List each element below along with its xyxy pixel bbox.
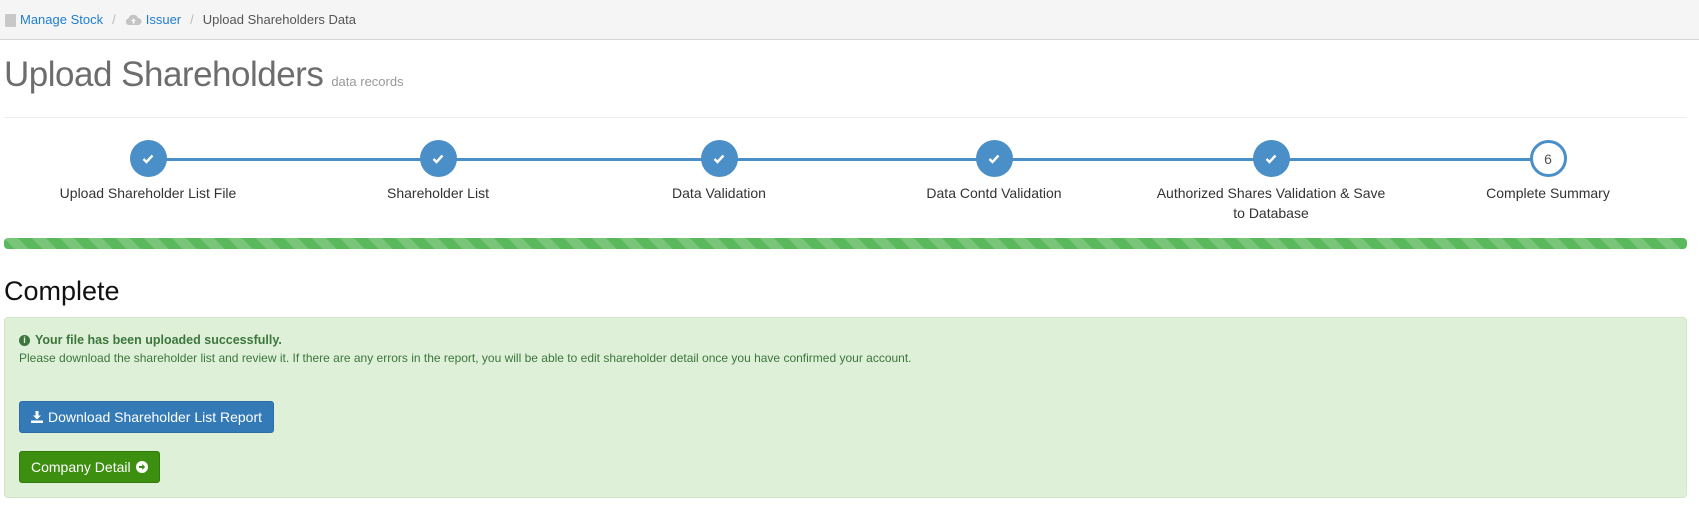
alert-heading-text: Your file has been uploaded successfully… bbox=[35, 333, 282, 347]
document-icon bbox=[5, 14, 16, 27]
breadcrumb: Manage Stock / Issuer / Upload Sharehold… bbox=[0, 0, 1699, 40]
company-detail-label: Company Detail bbox=[31, 459, 131, 475]
step-status-circle[interactable] bbox=[1252, 140, 1290, 177]
step-label: Upload Shareholder List File bbox=[59, 185, 237, 201]
arrow-circle-right-icon bbox=[135, 461, 148, 473]
section-title: Complete bbox=[4, 276, 120, 306]
breadcrumb-item-current: Upload Shareholders Data bbox=[203, 12, 356, 27]
wizard-step-shareholder-list[interactable]: Shareholder List bbox=[318, 140, 558, 203]
breadcrumb-separator: / bbox=[112, 12, 116, 27]
success-alert: i Your file has been uploaded successful… bbox=[4, 317, 1687, 498]
step-status-circle[interactable] bbox=[419, 140, 457, 177]
info-circle-icon: i bbox=[19, 334, 30, 346]
check-icon bbox=[1265, 154, 1277, 164]
download-report-button[interactable]: Download Shareholder List Report bbox=[19, 401, 275, 433]
download-report-label: Download Shareholder List Report bbox=[48, 409, 263, 425]
wizard-steps: Upload Shareholder List File Shareholder… bbox=[0, 140, 1699, 223]
breadcrumb-item-manage-stock[interactable]: Manage Stock bbox=[5, 12, 103, 27]
step-status-circle[interactable] bbox=[975, 140, 1013, 177]
breadcrumb-link-issuer[interactable]: Issuer bbox=[146, 12, 181, 27]
breadcrumb-current-label: Upload Shareholders Data bbox=[202, 12, 356, 27]
wizard-progress-bar bbox=[4, 238, 1687, 249]
breadcrumb-link-manage-stock[interactable]: Manage Stock bbox=[20, 12, 103, 27]
step-number-circle[interactable]: 6 bbox=[1529, 140, 1567, 177]
check-icon bbox=[142, 154, 154, 164]
step-label: Data Contd Validation bbox=[926, 185, 1062, 201]
breadcrumb-separator: / bbox=[190, 12, 194, 27]
company-detail-button[interactable]: Company Detail bbox=[19, 451, 160, 483]
alert-message: Please download the shareholder list and… bbox=[19, 351, 912, 365]
step-label: Data Validation bbox=[672, 185, 766, 201]
breadcrumb-item-issuer[interactable]: Issuer bbox=[125, 12, 181, 27]
wizard-step-data-validation[interactable]: Data Validation bbox=[599, 140, 839, 203]
step-status-circle[interactable] bbox=[700, 140, 738, 177]
wizard-step-authorized-shares[interactable]: Authorized Shares Validation & Save to D… bbox=[1151, 140, 1391, 223]
alert-heading: i Your file has been uploaded successful… bbox=[19, 333, 282, 347]
step-status-circle[interactable] bbox=[129, 140, 167, 177]
check-icon bbox=[988, 154, 1000, 164]
cloud-upload-icon bbox=[125, 14, 142, 25]
step-label: Shareholder List bbox=[387, 185, 489, 201]
wizard-step-data-contd-validation[interactable]: Data Contd Validation bbox=[874, 140, 1114, 203]
check-icon bbox=[432, 154, 444, 164]
page-subtitle: data records bbox=[331, 74, 404, 89]
wizard-step-complete-summary[interactable]: 6 Complete Summary bbox=[1428, 140, 1668, 203]
download-icon bbox=[31, 411, 43, 423]
check-icon bbox=[713, 154, 725, 164]
wizard-step-upload-file[interactable]: Upload Shareholder List File bbox=[28, 140, 268, 203]
page-title: Upload Shareholders bbox=[4, 55, 324, 94]
step-label: Authorized Shares Validation & Save to D… bbox=[1156, 185, 1386, 221]
step-label: Complete Summary bbox=[1486, 185, 1610, 201]
progress-fill bbox=[4, 238, 1687, 249]
page-header: Upload Shareholders data records bbox=[4, 55, 1687, 118]
